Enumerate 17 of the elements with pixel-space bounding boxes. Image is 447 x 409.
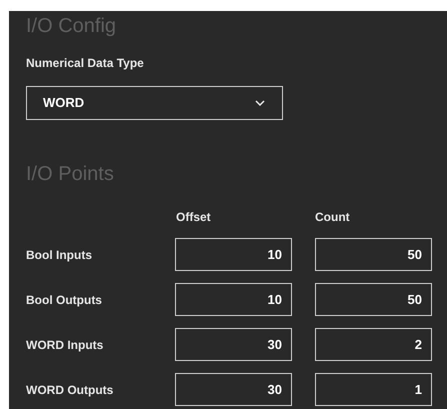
count-field[interactable]: 50 xyxy=(315,238,432,271)
count-field[interactable]: 2 xyxy=(315,328,432,361)
offset-field[interactable]: 10 xyxy=(175,283,292,316)
row-label: Bool Outputs xyxy=(26,292,103,308)
column-header: Count xyxy=(315,209,350,226)
offset-field[interactable]: 30 xyxy=(175,373,292,406)
chevron-down-icon xyxy=(255,100,265,106)
column-header: Offset xyxy=(175,209,212,226)
row-label: WORD Inputs xyxy=(26,336,104,354)
offset-field[interactable]: 10 xyxy=(175,238,292,271)
row-label: Bool Inputs xyxy=(26,246,93,264)
offset-field[interactable]: 30 xyxy=(175,328,292,361)
data-type-dropdown[interactable]: WORD xyxy=(26,86,283,120)
field-label: Numerical Data Type xyxy=(26,55,145,72)
row-label: WORD Outputs xyxy=(26,382,114,398)
count-field[interactable]: 1 xyxy=(315,373,432,406)
count-field[interactable]: 50 xyxy=(315,283,432,316)
